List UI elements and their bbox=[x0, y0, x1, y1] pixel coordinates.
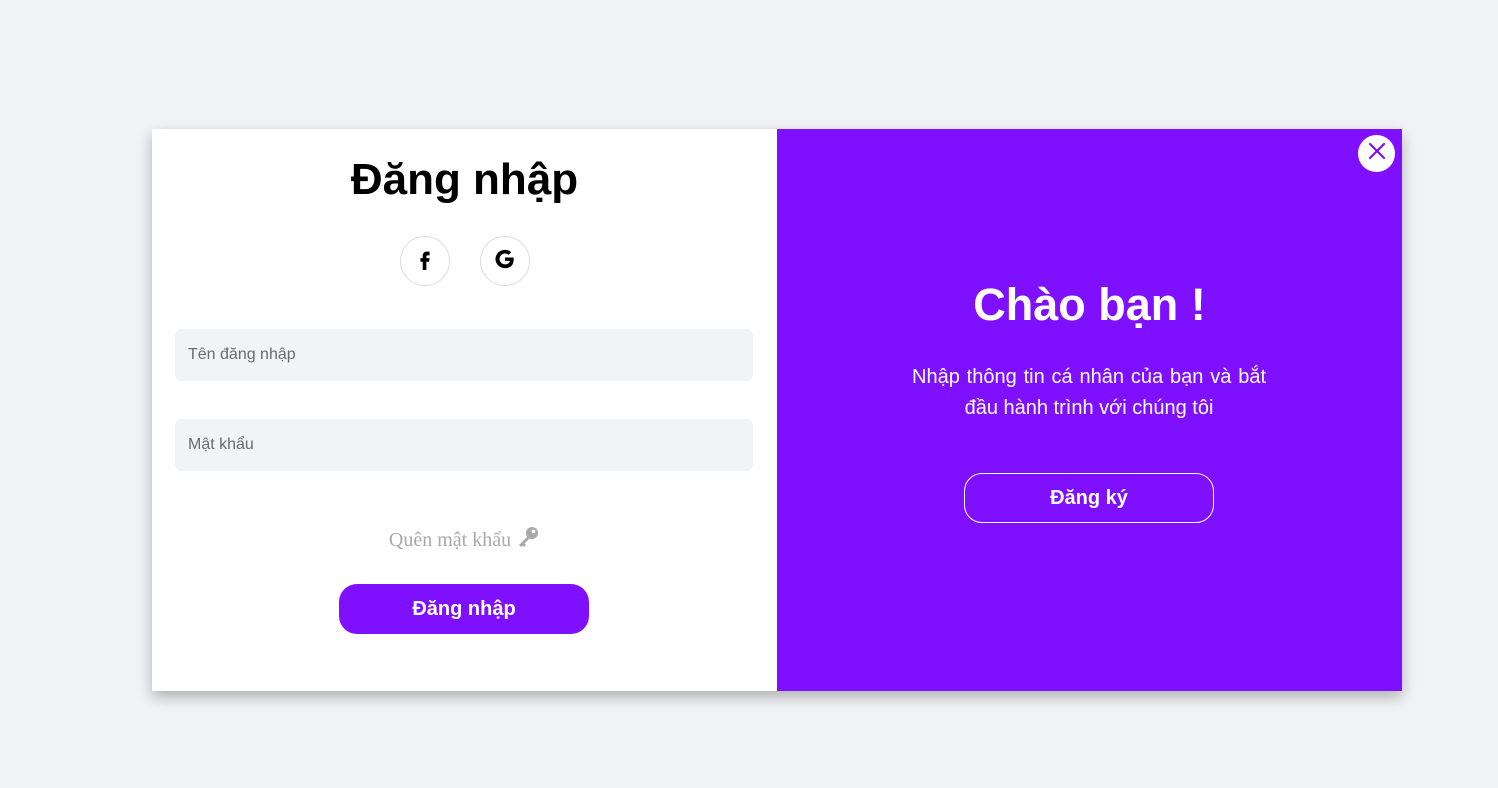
close-button[interactable] bbox=[1358, 135, 1395, 172]
welcome-panel: Chào bạn ! Nhập thông tin cá nhân của bạ… bbox=[777, 129, 1402, 691]
login-button[interactable]: Đăng nhập bbox=[339, 584, 589, 634]
google-icon bbox=[494, 248, 516, 275]
login-panel: Đăng nhập Quên mật khẩu bbox=[152, 129, 777, 691]
welcome-text: Nhập thông tin cá nhân của bạn và bắt đầ… bbox=[912, 366, 1266, 419]
signup-button[interactable]: Đăng ký bbox=[964, 473, 1214, 523]
login-title: Đăng nhập bbox=[350, 155, 579, 204]
forgot-password-label: Quên mật khẩu bbox=[388, 528, 512, 551]
password-input[interactable] bbox=[175, 419, 753, 471]
key-icon bbox=[516, 526, 540, 554]
auth-modal: Đăng nhập Quên mật khẩu bbox=[152, 129, 1402, 691]
facebook-icon bbox=[414, 248, 436, 275]
close-icon bbox=[1368, 142, 1386, 165]
username-input[interactable] bbox=[175, 329, 753, 381]
google-login-button[interactable] bbox=[479, 236, 530, 286]
forgot-password-link[interactable]: Quên mật khẩu bbox=[152, 526, 777, 554]
facebook-login-button[interactable] bbox=[399, 236, 450, 286]
welcome-title: Chào bạn ! bbox=[973, 279, 1206, 330]
social-login-row bbox=[152, 236, 777, 286]
